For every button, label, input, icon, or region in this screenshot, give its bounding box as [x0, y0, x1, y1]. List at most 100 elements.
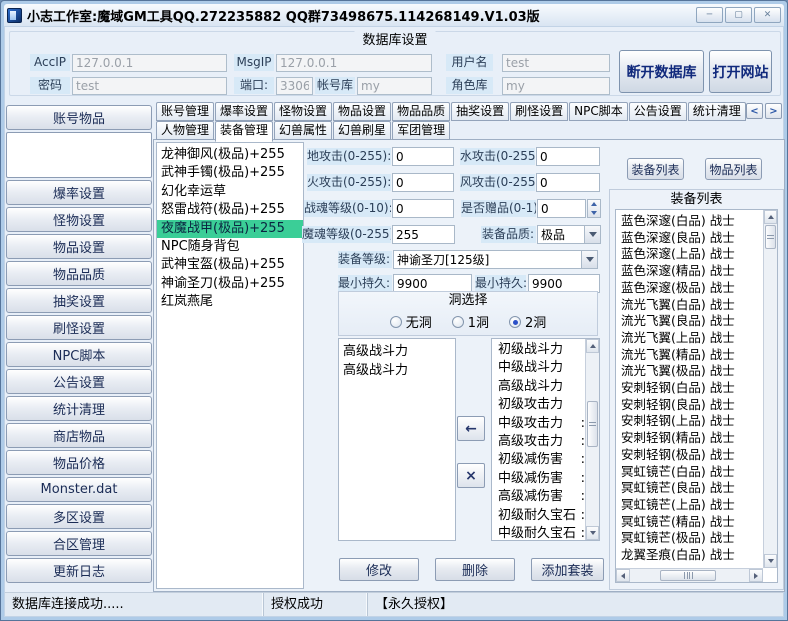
- move-left-button[interactable]: ←: [457, 416, 485, 441]
- list-item[interactable]: 高级战斗力: [498, 378, 585, 396]
- list-item[interactable]: 冥虹镜芒(白品) 战士: [621, 464, 762, 481]
- list-item[interactable]: 初级减伤害:: [498, 451, 585, 469]
- list-item[interactable]: 夜魔战甲(极品)+255: [157, 220, 303, 238]
- delete-button[interactable]: 删除: [435, 558, 515, 581]
- list-item[interactable]: 幻化幸运草: [157, 183, 303, 201]
- list-item[interactable]: 流光飞翼(良品) 战士: [621, 313, 762, 330]
- username-input[interactable]: [502, 54, 610, 72]
- item-list-button[interactable]: 物品列表: [705, 158, 762, 180]
- tab[interactable]: 统计清理: [688, 102, 746, 121]
- list-item[interactable]: 中级战斗力: [498, 359, 585, 377]
- sidebar-item[interactable]: 物品设置: [6, 234, 152, 259]
- sidebar-item[interactable]: 物品价格: [6, 450, 152, 475]
- sidebar-item[interactable]: 统计清理: [6, 396, 152, 421]
- tab[interactable]: 装备管理: [215, 121, 273, 142]
- tab[interactable]: NPC脚本: [569, 102, 628, 121]
- scrollbar-thumb[interactable]: [660, 570, 716, 581]
- list-item[interactable]: 冥虹镜芒(极品) 战士: [621, 530, 762, 547]
- tab[interactable]: 账号管理: [156, 102, 214, 121]
- wind-attack-input[interactable]: [536, 173, 600, 192]
- sidebar-item[interactable]: 商店物品: [6, 423, 152, 448]
- remove-gem-button[interactable]: ×: [457, 463, 485, 488]
- msgip-input[interactable]: [276, 54, 432, 72]
- close-button[interactable]: ✕: [754, 7, 781, 23]
- equipment-list-hscrollbar[interactable]: [616, 568, 763, 582]
- open-website-button[interactable]: 打开网站: [709, 50, 772, 93]
- maximize-button[interactable]: ▢: [725, 7, 752, 23]
- list-item[interactable]: 蓝色深邃(上品) 战士: [621, 246, 762, 263]
- list-item[interactable]: 安刺轻钢(精品) 战士: [621, 430, 762, 447]
- equipment-list-vscrollbar[interactable]: [763, 210, 777, 568]
- scroll-down-icon[interactable]: [586, 526, 599, 540]
- gems-scrollbar[interactable]: [585, 339, 599, 540]
- accip-input[interactable]: [72, 54, 227, 72]
- list-item[interactable]: 高级战斗力: [343, 361, 455, 380]
- port-input[interactable]: [276, 77, 313, 95]
- list-item[interactable]: 安刺轻钢(良品) 战士: [621, 397, 762, 414]
- sidebar-item[interactable]: 多区设置: [6, 504, 152, 529]
- scroll-down-icon[interactable]: [764, 554, 777, 568]
- scroll-right-icon[interactable]: [749, 569, 763, 582]
- tab[interactable]: 抽奖设置: [451, 102, 509, 121]
- sidebar-item[interactable]: 怪物设置: [6, 207, 152, 232]
- list-item[interactable]: 安刺轻钢(极品) 战士: [621, 447, 762, 464]
- list-item[interactable]: 流光飞翼(精品) 战士: [621, 347, 762, 364]
- role-db-input[interactable]: [502, 77, 610, 95]
- sidebar-item[interactable]: 合区管理: [6, 531, 152, 556]
- chevron-down-icon[interactable]: [584, 226, 600, 243]
- list-item[interactable]: 武神宝盔(极品)+255: [157, 256, 303, 274]
- sidebar-item[interactable]: 更新日志: [6, 558, 152, 583]
- scroll-up-icon[interactable]: [586, 339, 599, 353]
- tab[interactable]: 刷怪设置: [510, 102, 568, 121]
- tab[interactable]: 爆率设置: [215, 102, 273, 121]
- hole-radio-option[interactable]: 2洞: [509, 312, 546, 331]
- list-item[interactable]: 龙翼圣痕(白品) 战士: [621, 547, 762, 564]
- list-item[interactable]: 初级战斗力: [498, 341, 585, 359]
- sidebar-item[interactable]: 刷怪设置: [6, 315, 152, 340]
- earth-attack-input[interactable]: [392, 147, 454, 166]
- chevron-down-icon[interactable]: [581, 251, 597, 268]
- add-set-button[interactable]: 添加套装: [531, 558, 604, 581]
- quality-select[interactable]: 极品: [537, 225, 601, 244]
- list-item[interactable]: 流光飞翼(上品) 战士: [621, 330, 762, 347]
- list-item[interactable]: 初级耐久宝石:: [498, 507, 585, 525]
- scroll-left-icon[interactable]: [616, 569, 630, 582]
- list-item[interactable]: 神谕圣刀(极品)+255: [157, 275, 303, 293]
- sidebar-item[interactable]: 物品品质: [6, 261, 152, 286]
- list-item[interactable]: 冥虹镜芒(精品) 战士: [621, 514, 762, 531]
- scrollbar-thumb[interactable]: [587, 401, 598, 447]
- sidebar-item[interactable]: Monster.dat: [6, 477, 152, 502]
- sidebar-item[interactable]: 抽奖设置: [6, 288, 152, 313]
- tab[interactable]: 怪物设置: [274, 102, 332, 121]
- tab[interactable]: 公告设置: [629, 102, 687, 121]
- tab[interactable]: 人物管理: [156, 121, 214, 140]
- grade-select[interactable]: 神谕圣刀[125级]: [393, 250, 598, 269]
- tab-scroll-right-button[interactable]: >: [765, 103, 782, 119]
- list-item[interactable]: 蓝色深邃(极品) 战士: [621, 280, 762, 297]
- list-item[interactable]: 中级攻击力:: [498, 415, 585, 433]
- list-item[interactable]: 流光飞翼(白品) 战士: [621, 297, 762, 314]
- list-item[interactable]: 蓝色深邃(白品) 战士: [621, 213, 762, 230]
- sidebar-item-account-items[interactable]: 账号物品: [6, 105, 152, 130]
- list-item[interactable]: 冥虹镜芒(上品) 战士: [621, 497, 762, 514]
- equip-list-button[interactable]: 装备列表: [627, 158, 684, 180]
- list-item[interactable]: 龙神御风(极品)+255: [157, 146, 303, 164]
- hole-radio-option[interactable]: 无洞: [390, 312, 432, 331]
- minimize-button[interactable]: ─: [696, 7, 723, 23]
- demon-soul-level-input[interactable]: [392, 225, 455, 244]
- war-soul-level-input[interactable]: [392, 199, 454, 218]
- tab[interactable]: 物品品质: [392, 102, 450, 121]
- scrollbar-thumb[interactable]: [765, 225, 776, 249]
- water-attack-input[interactable]: [536, 147, 600, 166]
- list-item[interactable]: 蓝色深邃(精品) 战士: [621, 263, 762, 280]
- password-input[interactable]: [72, 77, 227, 95]
- list-item[interactable]: 冥虹镜芒(良品) 战士: [621, 480, 762, 497]
- account-db-input[interactable]: [357, 77, 432, 95]
- list-item[interactable]: 蓝色深邃(良品) 战士: [621, 230, 762, 247]
- list-item[interactable]: 高级攻击力:: [498, 433, 585, 451]
- list-item[interactable]: 高级战斗力: [343, 342, 455, 361]
- list-item[interactable]: 武神手镯(极品)+255: [157, 164, 303, 182]
- tab[interactable]: 幻兽刷星: [333, 121, 391, 140]
- list-item[interactable]: 流光飞翼(极品) 战士: [621, 363, 762, 380]
- list-item[interactable]: 安刺轻钢(白品) 战士: [621, 380, 762, 397]
